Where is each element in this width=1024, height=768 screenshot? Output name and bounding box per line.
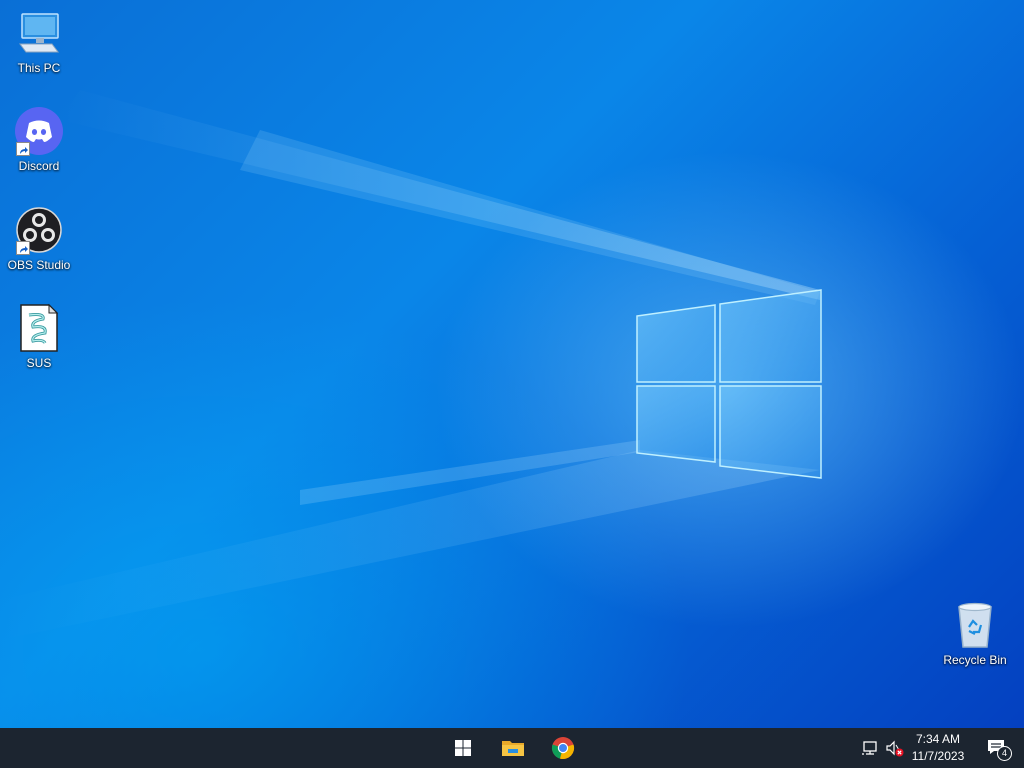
shortcut-arrow-icon [16,142,30,156]
file-explorer-icon [502,741,524,756]
desktop-icon-discord[interactable]: Discord [1,106,77,173]
desktop-icon-this-pc[interactable]: This PC [1,8,77,75]
desktop[interactable]: This PC Discord OBS Studio SUS Recycle B… [0,0,1024,728]
volume-muted-icon[interactable] [884,738,904,758]
desktop-icon-label: Discord [18,159,60,173]
wallpaper [0,90,822,640]
script-file-icon [14,303,64,353]
clock-date: 11/7/2023 [911,749,965,763]
start-button[interactable] [441,728,485,768]
notification-center-button[interactable]: 4 [978,728,1016,768]
desktop-icon-label: SUS [26,356,52,370]
network-icon[interactable] [861,738,881,758]
notification-badge: 4 [997,746,1012,761]
desktop-icon-obs-studio[interactable]: OBS Studio [1,205,77,272]
taskbar: 7:34 AM 11/7/2023 4 [0,728,1024,768]
windows-logo-wallpaper [636,289,822,479]
desktop-icon-recycle-bin[interactable]: Recycle Bin [937,600,1013,667]
clock-time: 7:34 AM [915,732,961,746]
desktop-icon-label: OBS Studio [7,258,71,272]
chrome-button[interactable] [541,728,585,768]
computer-icon [14,8,64,58]
obs-studio-icon [14,205,64,255]
recycle-bin-icon [950,600,1000,650]
windows-start-icon [455,740,471,756]
clock[interactable]: 7:34 AM 11/7/2023 [904,730,972,766]
discord-icon [14,106,64,156]
shortcut-arrow-icon [16,241,30,255]
file-explorer-button[interactable] [491,728,535,768]
chrome-icon [551,737,575,760]
desktop-icon-sus[interactable]: SUS [1,303,77,370]
desktop-icon-label: Recycle Bin [943,653,1007,667]
desktop-icon-label: This PC [17,61,61,75]
